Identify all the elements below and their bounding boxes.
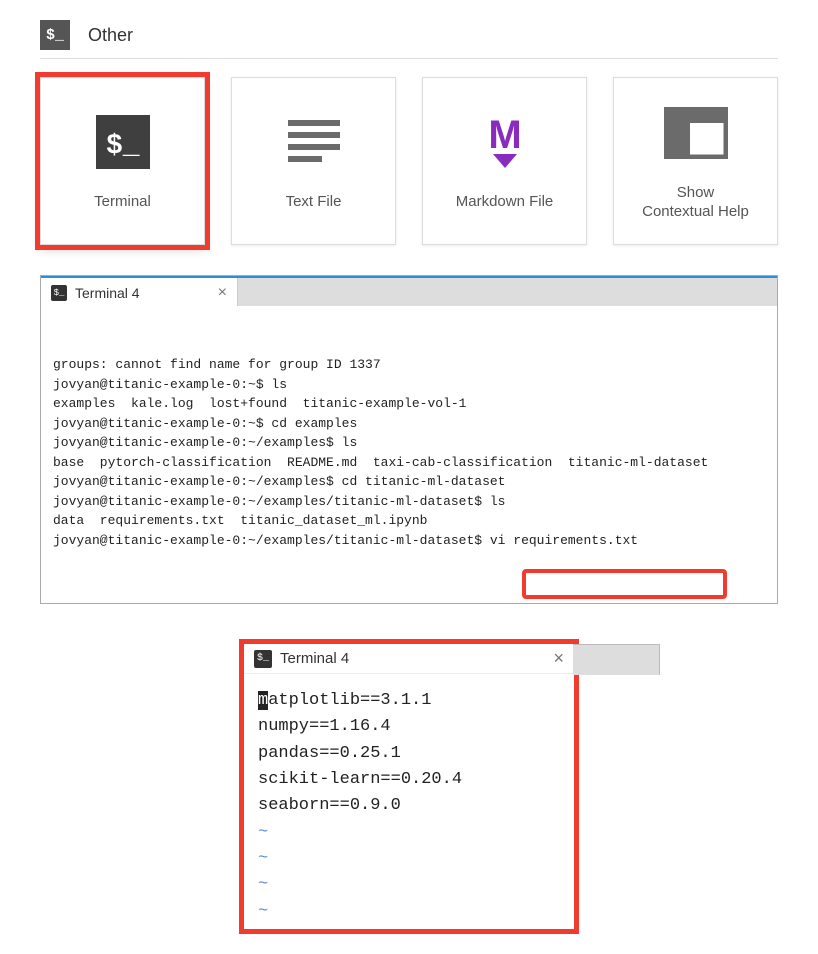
card-contextual-help[interactable]: Show Contextual Help <box>613 77 778 245</box>
terminal-line: jovyan@titanic-example-0:~$ cd examples <box>53 414 765 434</box>
vi-empty-line-tilde: ~ <box>258 846 560 872</box>
launcher-cards: $_ Terminal Text File M Markdown File <box>40 77 778 245</box>
terminal-line: jovyan@titanic-example-0:~/examples/tita… <box>53 492 765 512</box>
card-label: Show Contextual Help <box>632 183 759 222</box>
highlight-vi-command <box>522 569 727 599</box>
terminal-line: base pytorch-classification README.md ta… <box>53 453 765 473</box>
panel-layout-icon <box>664 101 728 165</box>
terminal-panel-main: $_ Terminal 4 × groups: cannot find name… <box>40 275 778 604</box>
terminal-line: jovyan@titanic-example-0:~/examples$ cd … <box>53 472 765 492</box>
vi-editor-panel: $_ Terminal 4 × matplotlib==3.1.1numpy==… <box>239 639 579 934</box>
tab-terminal-4[interactable]: $_ Terminal 4 × <box>41 278 238 308</box>
text-lines-icon <box>284 110 344 174</box>
terminal-output[interactable]: groups: cannot find name for group ID 13… <box>41 306 777 603</box>
card-terminal[interactable]: $_ Terminal <box>40 77 205 245</box>
section-title: Other <box>88 25 133 46</box>
terminal-icon: $_ <box>92 110 154 174</box>
vi-line: seaborn==0.9.0 <box>258 793 560 819</box>
terminal-line: data requirements.txt titanic_dataset_ml… <box>53 511 765 531</box>
markdown-icon: M <box>475 110 535 174</box>
section-header: $_ Other <box>40 20 778 59</box>
card-label: Terminal <box>84 192 161 212</box>
card-markdown-file[interactable]: M Markdown File <box>422 77 587 245</box>
vi-editor-content[interactable]: matplotlib==3.1.1numpy==1.16.4pandas==0.… <box>244 674 574 929</box>
vi-line: matplotlib==3.1.1 <box>258 688 560 714</box>
close-icon[interactable]: × <box>218 284 227 302</box>
vi-editor-wrapper: $_ Terminal 4 × matplotlib==3.1.1numpy==… <box>40 639 778 934</box>
close-icon[interactable]: × <box>553 648 564 669</box>
card-label: Text File <box>276 192 352 212</box>
terminal-line: jovyan@titanic-example-0:~/examples/tita… <box>53 531 765 551</box>
vi-cursor: m <box>258 691 268 710</box>
vi-tab-strip: $_ Terminal 4 × <box>244 644 574 674</box>
tab-strip: $_ Terminal 4 × <box>41 276 777 306</box>
terminal-tab-icon: $_ <box>51 285 67 301</box>
card-label: Markdown File <box>446 192 564 212</box>
vi-empty-line-tilde: ~ <box>258 872 560 898</box>
card-text-file[interactable]: Text File <box>231 77 396 245</box>
vi-empty-line-tilde: ~ <box>258 899 560 925</box>
terminal-line: jovyan@titanic-example-0:~$ ls <box>53 375 765 395</box>
tab-title: Terminal 4 <box>280 650 349 667</box>
vi-line: pandas==0.25.1 <box>258 741 560 767</box>
svg-text:M: M <box>488 113 521 157</box>
vi-line: numpy==1.16.4 <box>258 714 560 740</box>
terminal-line: examples kale.log lost+found titanic-exa… <box>53 394 765 414</box>
terminal-tab-icon: $_ <box>254 650 272 668</box>
svg-text:$_: $_ <box>106 131 140 162</box>
tab-title: Terminal 4 <box>75 285 140 301</box>
vi-empty-line-tilde: ~ <box>258 820 560 846</box>
terminal-prompt-icon: $_ <box>40 20 70 50</box>
tab-terminal-4-vi[interactable]: $_ Terminal 4 <box>254 650 553 668</box>
vi-line: scikit-learn==0.20.4 <box>258 767 560 793</box>
terminal-line: jovyan@titanic-example-0:~/examples$ ls <box>53 433 765 453</box>
terminal-line: groups: cannot find name for group ID 13… <box>53 355 765 375</box>
